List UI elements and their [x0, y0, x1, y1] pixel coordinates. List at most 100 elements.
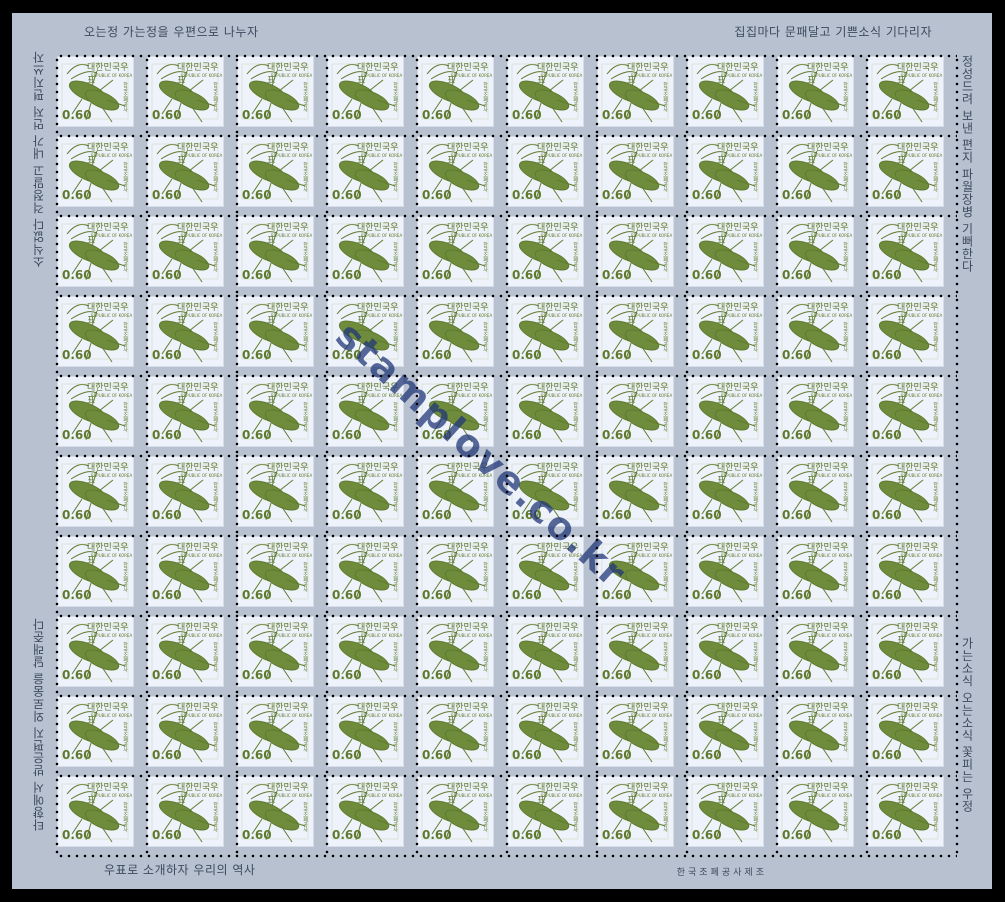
vertical-perforation	[325, 56, 329, 856]
stamp-value: 0.60	[872, 588, 902, 602]
stamp-country-english: REPUBLIC OF KOREA	[451, 553, 493, 558]
stamp-6-2: 대한민국우표 REPUBLIC OF KOREA 한국조폐공사 0.60	[147, 456, 224, 527]
stamp-5-1: 대한민국우표 REPUBLIC OF KOREA 한국조폐공사 0.60	[57, 376, 134, 447]
stamp-value: 0.60	[872, 268, 902, 282]
stamp-imprint: 한국조폐공사	[122, 242, 128, 272]
stamp-country-english: REPUBLIC OF KOREA	[91, 73, 133, 78]
stamp-country-english: REPUBLIC OF KOREA	[631, 313, 673, 318]
stamp-9-6: 대한민국우표 REPUBLIC OF KOREA 한국조폐공사 0.60	[507, 696, 584, 767]
stamp-imprint: 한국조폐공사	[482, 802, 488, 832]
stamp-country-english: REPUBLIC OF KOREA	[541, 633, 583, 638]
stamp-imprint: 한국조폐공사	[482, 162, 488, 192]
stamp-imprint: 한국조폐공사	[932, 642, 938, 672]
stamp-value: 0.60	[782, 588, 812, 602]
stamp-2-3: 대한민국우표 REPUBLIC OF KOREA 한국조폐공사 0.60	[237, 136, 314, 207]
stamp-value: 0.60	[782, 428, 812, 442]
stamp-7-10: 대한민국우표 REPUBLIC OF KOREA 한국조폐공사 0.60	[867, 536, 944, 607]
stamp-3-2: 대한민국우표 REPUBLIC OF KOREA 한국조폐공사 0.60	[147, 216, 224, 287]
stamp-country-english: REPUBLIC OF KOREA	[181, 633, 223, 638]
stamp-7-9: 대한민국우표 REPUBLIC OF KOREA 한국조폐공사 0.60	[777, 536, 854, 607]
stamp-imprint: 한국조폐공사	[122, 642, 128, 672]
stamp-imprint: 한국조폐공사	[122, 162, 128, 192]
stamp-10-3: 대한민국우표 REPUBLIC OF KOREA 한국조폐공사 0.60	[237, 776, 314, 847]
vertical-perforation	[55, 56, 59, 856]
stamp-country-english: REPUBLIC OF KOREA	[811, 793, 853, 798]
stamp-imprint: 한국조폐공사	[212, 562, 218, 592]
stamp-5-2: 대한민국우표 REPUBLIC OF KOREA 한국조폐공사 0.60	[147, 376, 224, 447]
stamp-9-4: 대한민국우표 REPUBLIC OF KOREA 한국조폐공사 0.60	[327, 696, 404, 767]
stamp-imprint: 한국조폐공사	[302, 82, 308, 112]
stamp-country-english: REPUBLIC OF KOREA	[721, 233, 763, 238]
stamp-imprint: 한국조폐공사	[932, 322, 938, 352]
stamp-imprint: 한국조폐공사	[572, 162, 578, 192]
stamp-5-9: 대한민국우표 REPUBLIC OF KOREA 한국조폐공사 0.60	[777, 376, 854, 447]
stamp-value: 0.60	[62, 348, 92, 362]
stamp-value: 0.60	[332, 748, 362, 762]
stamp-imprint: 한국조폐공사	[662, 722, 668, 752]
stamp-country-english: REPUBLIC OF KOREA	[181, 313, 223, 318]
stamp-imprint: 한국조폐공사	[932, 402, 938, 432]
stamp-10-7: 대한민국우표 REPUBLIC OF KOREA 한국조폐공사 0.60	[597, 776, 674, 847]
stamp-country-english: REPUBLIC OF KOREA	[361, 633, 403, 638]
stamp-9-10: 대한민국우표 REPUBLIC OF KOREA 한국조폐공사 0.60	[867, 696, 944, 767]
stamp-imprint: 한국조폐공사	[662, 322, 668, 352]
stamp-imprint: 한국조폐공사	[212, 642, 218, 672]
vertical-perforation	[505, 56, 509, 856]
stamp-imprint: 한국조폐공사	[932, 242, 938, 272]
vertical-perforation	[595, 56, 599, 856]
stamp-value: 0.60	[512, 268, 542, 282]
stamp-country-english: REPUBLIC OF KOREA	[901, 793, 943, 798]
stamp-imprint: 한국조폐공사	[212, 482, 218, 512]
stamp-5-10: 대한민국우표 REPUBLIC OF KOREA 한국조폐공사 0.60	[867, 376, 944, 447]
stamp-1-8: 대한민국우표 REPUBLIC OF KOREA 한국조폐공사 0.60	[687, 56, 764, 127]
stamp-value: 0.60	[872, 108, 902, 122]
stamp-country-english: REPUBLIC OF KOREA	[451, 633, 493, 638]
stamp-country-english: REPUBLIC OF KOREA	[91, 153, 133, 158]
stamp-value: 0.60	[422, 508, 452, 522]
stamp-6-7: 대한민국우표 REPUBLIC OF KOREA 한국조폐공사 0.60	[597, 456, 674, 527]
stamp-country-english: REPUBLIC OF KOREA	[811, 393, 853, 398]
stamp-value: 0.60	[422, 748, 452, 762]
stamp-country-english: REPUBLIC OF KOREA	[451, 793, 493, 798]
stamp-imprint: 한국조폐공사	[572, 722, 578, 752]
stamp-value: 0.60	[332, 108, 362, 122]
stamp-value: 0.60	[242, 748, 272, 762]
stamp-imprint: 한국조폐공사	[842, 642, 848, 672]
stamp-imprint: 한국조폐공사	[392, 802, 398, 832]
stamp-value: 0.60	[602, 348, 632, 362]
stamp-5-3: 대한민국우표 REPUBLIC OF KOREA 한국조폐공사 0.60	[237, 376, 314, 447]
stamp-1-10: 대한민국우표 REPUBLIC OF KOREA 한국조폐공사 0.60	[867, 56, 944, 127]
stamp-imprint: 한국조폐공사	[392, 562, 398, 592]
stamp-imprint: 한국조폐공사	[662, 802, 668, 832]
stamp-value: 0.60	[692, 508, 722, 522]
right-upper-vertical-text: 정성드려 보낸 편지 파월장병 기뻐한다	[960, 55, 974, 273]
stamp-country-english: REPUBLIC OF KOREA	[631, 793, 673, 798]
stamp-country-english: REPUBLIC OF KOREA	[541, 713, 583, 718]
stamp-imprint: 한국조폐공사	[212, 722, 218, 752]
stamp-3-3: 대한민국우표 REPUBLIC OF KOREA 한국조폐공사 0.60	[237, 216, 314, 287]
stamp-imprint: 한국조폐공사	[122, 722, 128, 752]
stamp-country-english: REPUBLIC OF KOREA	[631, 553, 673, 558]
stamp-4-7: 대한민국우표 REPUBLIC OF KOREA 한국조폐공사 0.60	[597, 296, 674, 367]
stamp-imprint: 한국조폐공사	[122, 562, 128, 592]
stamp-country-english: REPUBLIC OF KOREA	[631, 153, 673, 158]
stamp-imprint: 한국조폐공사	[572, 242, 578, 272]
stamp-value: 0.60	[152, 348, 182, 362]
stamp-imprint: 한국조폐공사	[302, 722, 308, 752]
stamp-2-5: 대한민국우표 REPUBLIC OF KOREA 한국조폐공사 0.60	[417, 136, 494, 207]
bottom-right-margin-text: 한국조폐공사제조	[676, 868, 767, 878]
stamp-imprint: 한국조폐공사	[482, 722, 488, 752]
stamp-value: 0.60	[332, 588, 362, 602]
stamp-imprint: 한국조폐공사	[302, 802, 308, 832]
stamp-8-8: 대한민국우표 REPUBLIC OF KOREA 한국조폐공사 0.60	[687, 616, 764, 687]
stamp-country-english: REPUBLIC OF KOREA	[181, 713, 223, 718]
stamp-country-english: REPUBLIC OF KOREA	[721, 793, 763, 798]
stamp-country-english: REPUBLIC OF KOREA	[721, 393, 763, 398]
stamp-value: 0.60	[242, 428, 272, 442]
stamp-country-english: REPUBLIC OF KOREA	[901, 713, 943, 718]
stamp-country-english: REPUBLIC OF KOREA	[271, 793, 313, 798]
stamp-country-english: REPUBLIC OF KOREA	[901, 73, 943, 78]
stamp-imprint: 한국조폐공사	[392, 82, 398, 112]
stamp-value: 0.60	[602, 668, 632, 682]
stamp-country-english: REPUBLIC OF KOREA	[901, 393, 943, 398]
